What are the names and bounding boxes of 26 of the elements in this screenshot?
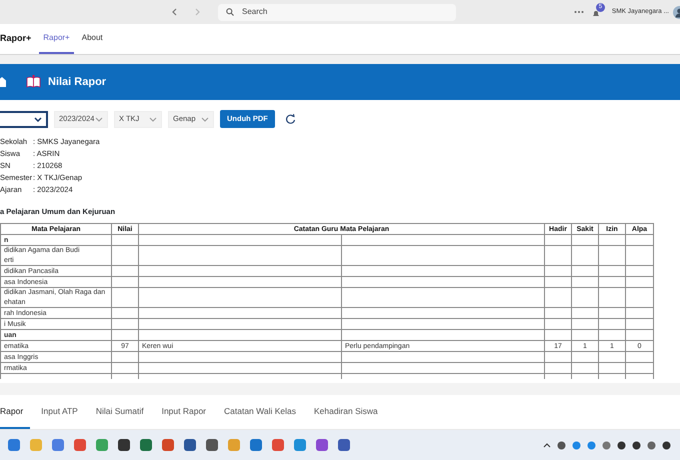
book-icon — [26, 75, 41, 89]
search-icon — [226, 8, 234, 16]
app-icon[interactable] — [118, 439, 130, 451]
page-title: Nilai Rapor — [48, 74, 106, 90]
chevron-down-icon — [201, 116, 209, 122]
app-icon[interactable] — [184, 439, 196, 451]
chevron-up-icon[interactable] — [543, 442, 551, 448]
app-name: Rapor+ — [0, 32, 32, 46]
home-icon[interactable] — [0, 77, 6, 87]
select-field[interactable] — [0, 110, 48, 128]
chevron-down-icon — [34, 116, 42, 122]
bottom-tab[interactable]: Kehadiran Siswa — [306, 395, 385, 429]
more-icon[interactable] — [574, 10, 584, 14]
chevron-down-icon — [95, 116, 103, 122]
bell-icon[interactable] — [592, 10, 600, 18]
app-icon[interactable] — [206, 439, 218, 451]
bottom-tab[interactable]: Nilai Sumatif — [88, 395, 151, 429]
app-tab[interactable]: About — [78, 24, 107, 54]
bottom-tab[interactable]: Input ATP — [34, 395, 85, 429]
search-field[interactable]: Search — [218, 4, 456, 20]
bottom-tab[interactable]: Catatan Wali Kelas — [217, 395, 303, 429]
app-icon[interactable] — [338, 439, 350, 451]
app-icon[interactable] — [140, 439, 152, 451]
chevron-down-icon — [149, 116, 157, 122]
refresh-icon[interactable] — [284, 114, 296, 124]
bottom-tab[interactable]: Input Rapor — [154, 395, 213, 429]
